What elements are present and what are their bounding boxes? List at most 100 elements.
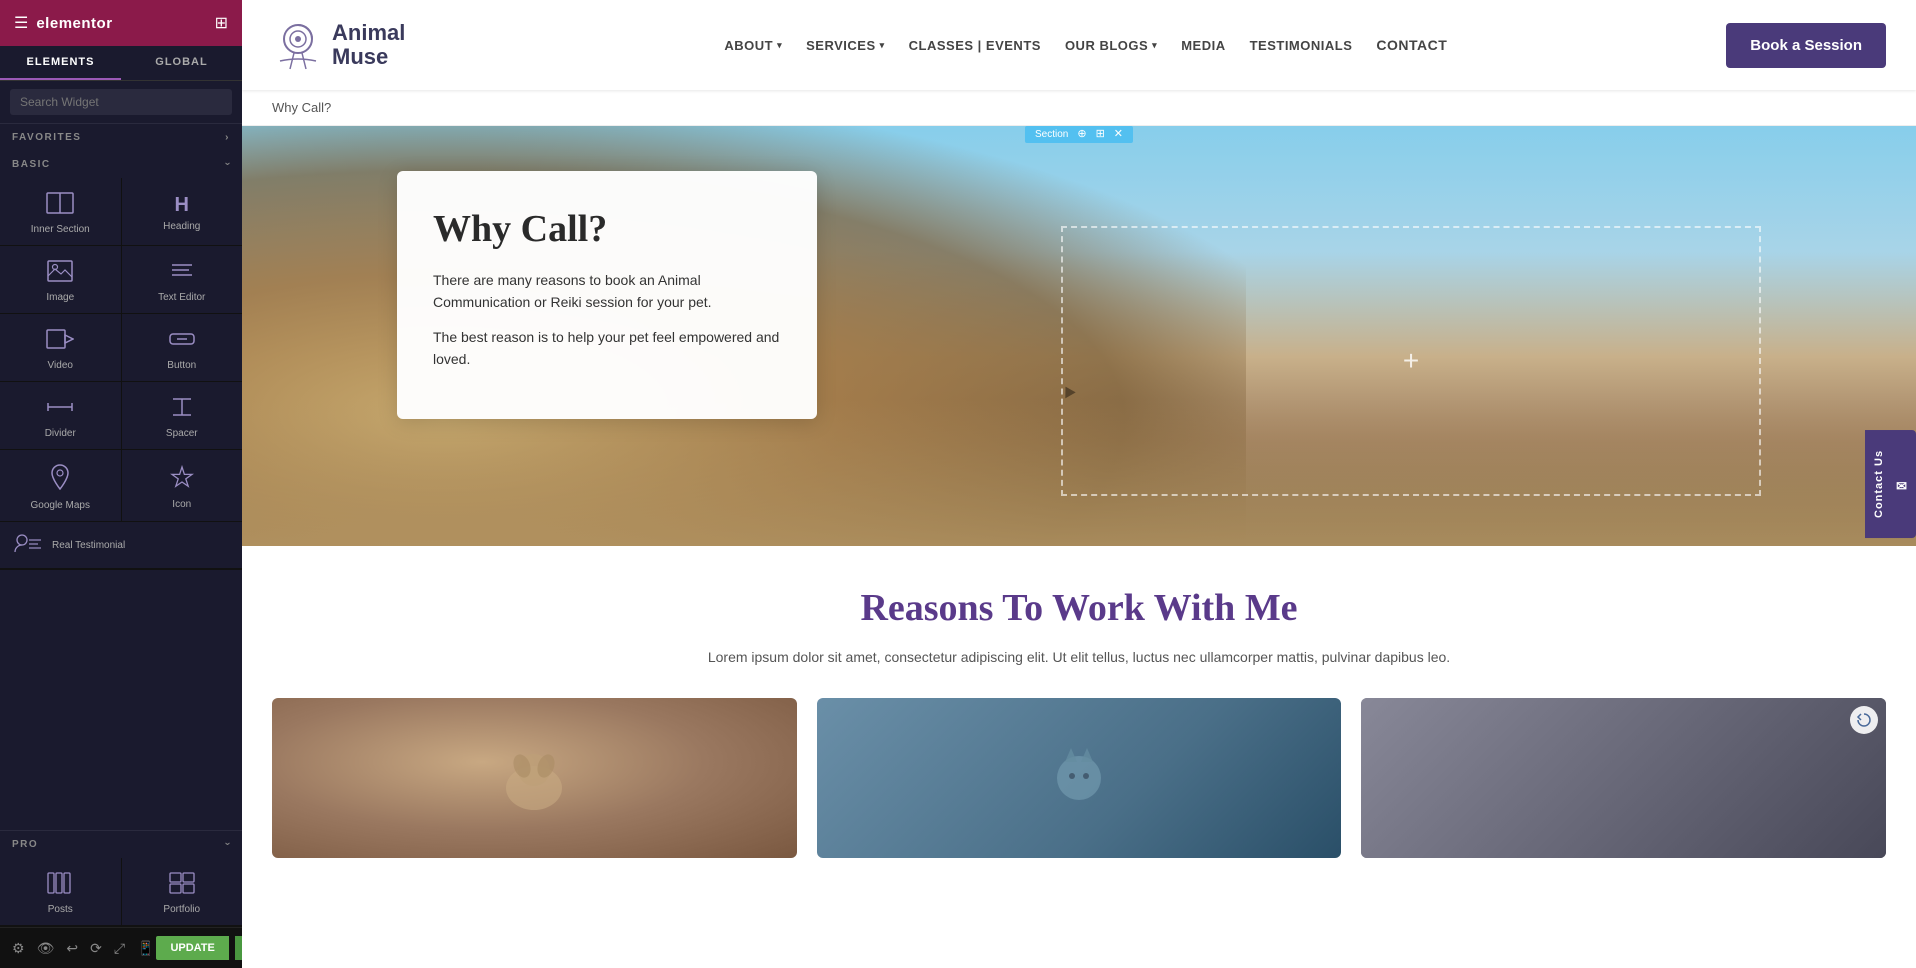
book-session-button[interactable]: Book a Session: [1726, 23, 1886, 68]
add-content-plus-icon[interactable]: +: [1403, 345, 1419, 377]
card-row: [272, 698, 1886, 858]
widget-icon-label: Icon: [172, 499, 191, 510]
grid-icon[interactable]: ⊞: [215, 13, 228, 33]
why-call-text-2: The best reason is to help your pet feel…: [433, 326, 781, 371]
favorites-label: FAVORITES: [12, 132, 81, 143]
elementor-section-handle: Section ⊕ ⊞ ✕: [1025, 126, 1133, 143]
widget-image[interactable]: Image: [0, 246, 121, 313]
update-icon[interactable]: [1850, 706, 1878, 734]
divider-icon: [46, 396, 74, 422]
handle-close-btn[interactable]: ✕: [1110, 128, 1127, 141]
sidebar-header-actions: ⊞: [215, 13, 228, 33]
widget-button[interactable]: Button: [122, 314, 243, 381]
widget-video[interactable]: Video: [0, 314, 121, 381]
search-input[interactable]: [10, 89, 232, 115]
google-maps-icon: [50, 464, 70, 494]
contact-us-sidebar-button[interactable]: ✉ Contact Us: [1865, 430, 1916, 538]
widget-divider-label: Divider: [45, 428, 76, 439]
widget-button-label: Button: [167, 360, 196, 371]
video-icon: [46, 328, 74, 354]
toolbar-responsive-icon[interactable]: 📱: [135, 938, 156, 959]
handle-bar: Section ⊕ ⊞ ✕: [1025, 126, 1133, 143]
text-editor-icon: [169, 260, 195, 286]
widget-text-editor-label: Text Editor: [158, 292, 205, 303]
logo-line2: Muse: [332, 45, 405, 69]
cursor-indicator: [1062, 386, 1078, 402]
nav-about[interactable]: ABOUT ▾: [724, 38, 782, 53]
widget-google-maps[interactable]: Google Maps: [0, 450, 121, 521]
cat-icon: [1039, 738, 1119, 818]
pro-section-title[interactable]: PRO ›: [0, 831, 242, 858]
widget-inner-section-label: Inner Section: [31, 224, 90, 235]
pro-chevron: ›: [222, 842, 233, 847]
inner-section-icon: [46, 192, 74, 218]
favorites-chevron: ›: [225, 132, 230, 143]
widget-text-editor[interactable]: Text Editor: [122, 246, 243, 313]
why-call-title: Why Call?: [433, 207, 781, 251]
widget-inner-section[interactable]: Inner Section: [0, 178, 121, 245]
tab-elements[interactable]: ELEMENTS: [0, 46, 121, 80]
blogs-chevron-icon: ▾: [1152, 40, 1157, 51]
basic-label: BASIC: [12, 159, 51, 170]
widget-real-testimonial[interactable]: Real Testimonial: [0, 522, 242, 568]
sidebar-bottom-toolbar: ⚙ 👁 ↩ ⟳ ⤢ 📱 UPDATE ▲: [0, 927, 242, 968]
real-testimonial-icon: [14, 532, 42, 558]
content-section: Reasons To Work With Me Lorem ipsum dolo…: [242, 546, 1916, 968]
handle-move-btn[interactable]: ⊕: [1073, 128, 1090, 141]
services-chevron-icon: ▾: [880, 40, 885, 51]
heading-icon: H: [175, 195, 189, 215]
basic-chevron: ›: [222, 162, 233, 167]
breadcrumb-text: Why Call?: [272, 100, 331, 115]
tab-global[interactable]: GLOBAL: [121, 46, 242, 80]
button-icon: [168, 328, 196, 354]
widget-grid-pro: Posts Portfolio: [0, 858, 242, 927]
favorites-section[interactable]: FAVORITES ›: [0, 124, 242, 151]
toolbar-settings-icon[interactable]: ⚙: [10, 938, 27, 959]
toolbar-undo-icon[interactable]: ↩: [64, 938, 80, 959]
widget-heading[interactable]: H Heading: [122, 178, 243, 245]
reasons-title: Reasons To Work With Me: [272, 586, 1886, 630]
contact-us-label: Contact Us: [1873, 450, 1885, 518]
sidebar-search-container: [0, 81, 242, 124]
sidebar-header: ☰ elementor ⊞: [0, 0, 242, 46]
hamburger-icon[interactable]: ☰: [14, 13, 28, 33]
site-logo[interactable]: Animal Muse: [272, 19, 405, 71]
nav-contact[interactable]: CONTACT: [1376, 37, 1447, 53]
handle-grid-btn[interactable]: ⊞: [1092, 128, 1109, 141]
pro-label: PRO: [12, 839, 38, 850]
sidebar-tabs: ELEMENTS GLOBAL: [0, 46, 242, 81]
widget-icon[interactable]: Icon: [122, 450, 243, 521]
site-navbar: Animal Muse ABOUT ▾ SERVICES ▾ CLASSES |…: [242, 0, 1916, 90]
toolbar-history-icon[interactable]: ⟳: [88, 938, 104, 959]
widget-spacer-label: Spacer: [166, 428, 198, 439]
main-content: Animal Muse ABOUT ▾ SERVICES ▾ CLASSES |…: [242, 0, 1916, 968]
logo-text: Animal Muse: [332, 21, 405, 69]
nav-blogs[interactable]: OUR BLOGS ▾: [1065, 38, 1157, 53]
hero-section[interactable]: Section ⊕ ⊞ ✕ Why Call? There are many r…: [242, 126, 1916, 546]
widget-divider[interactable]: Divider: [0, 382, 121, 449]
card-dog2: [1361, 698, 1886, 858]
card-cat: [817, 698, 1342, 858]
nav-classes[interactable]: CLASSES | EVENTS: [909, 38, 1041, 53]
widget-portfolio[interactable]: Portfolio: [122, 858, 243, 925]
toolbar-preview-icon[interactable]: ⤢: [112, 938, 127, 959]
widget-portfolio-label: Portfolio: [163, 904, 200, 915]
nav-links: ABOUT ▾ SERVICES ▾ CLASSES | EVENTS OUR …: [445, 37, 1726, 53]
elementor-sidebar: ☰ elementor ⊞ ELEMENTS GLOBAL FAVORITES …: [0, 0, 242, 968]
pro-section: PRO › Posts Portfolio: [0, 830, 242, 927]
nav-media[interactable]: MEDIA: [1181, 38, 1225, 53]
basic-section-title[interactable]: BASIC ›: [0, 151, 242, 178]
portfolio-icon: [169, 872, 195, 898]
update-button[interactable]: UPDATE: [156, 936, 228, 960]
contact-us-icon: ✉: [1893, 476, 1908, 492]
posts-icon: [47, 872, 73, 898]
nav-testimonials[interactable]: TESTIMONIALS: [1250, 38, 1353, 53]
widget-posts[interactable]: Posts: [0, 858, 121, 925]
widget-spacer[interactable]: Spacer: [122, 382, 243, 449]
logo-line1: Animal: [332, 21, 405, 45]
toolbar-eye-icon[interactable]: 👁: [35, 938, 57, 959]
hero-right-column[interactable]: +: [1061, 226, 1761, 496]
section-label: Section: [1031, 129, 1072, 140]
sidebar-title: elementor: [36, 15, 112, 32]
nav-services[interactable]: SERVICES ▾: [806, 38, 885, 53]
